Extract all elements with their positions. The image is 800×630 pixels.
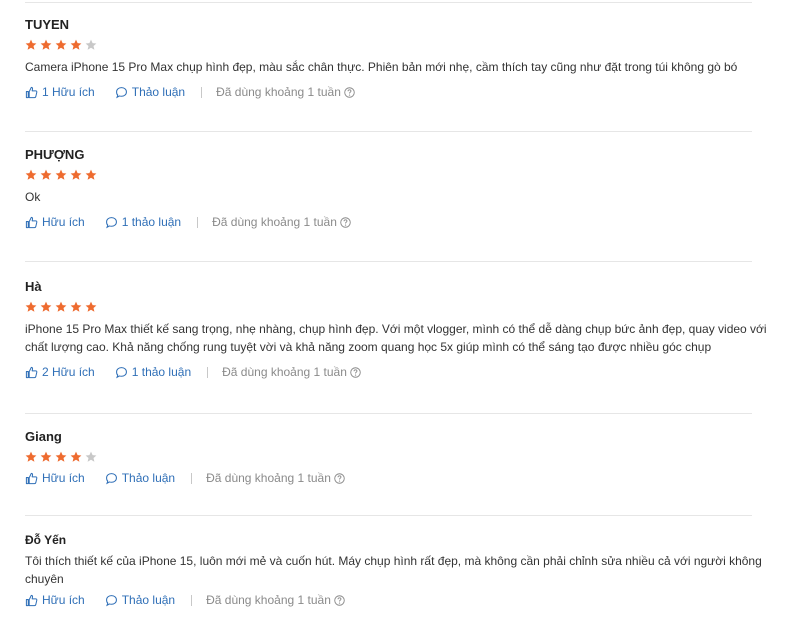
separator [201, 86, 203, 98]
usage-duration: Đã dùng khoảng 1 tuần [206, 471, 345, 485]
star-icon [85, 451, 97, 463]
usage-duration: Đã dùng khoảng 1 tuần [212, 215, 351, 229]
rating-stars [25, 301, 752, 315]
star-icon [25, 169, 37, 181]
star-icon [55, 169, 67, 181]
discuss-label: Thảo luận [121, 471, 176, 485]
usage-duration: Đã dùng khoảng 1 tuần [206, 593, 345, 607]
discuss-button[interactable]: Thảo luận [105, 471, 175, 485]
thumbs-up-icon [25, 216, 42, 229]
usage-label: Đã dùng khoảng 1 tuần [212, 215, 337, 229]
divider [25, 515, 752, 516]
review-actions: 2 Hữu ích 1 thảo luận Đã dùng khoảng 1 t… [25, 364, 752, 380]
usage-label: Đã dùng khoảng 1 tuần [206, 471, 331, 485]
helpful-label: Hữu ích [42, 593, 85, 607]
star-icon [70, 301, 82, 313]
helpful-button[interactable]: Hữu ích [25, 593, 85, 607]
review-text: Ok [25, 190, 41, 204]
divider [25, 2, 752, 3]
review-text: Tôi thích thiết kế của iPhone 15, luôn m… [25, 554, 762, 586]
separator [197, 216, 199, 228]
usage-duration: Đã dùng khoảng 1 tuần [216, 85, 355, 99]
usage-label: Đã dùng khoảng 1 tuần [222, 365, 347, 379]
star-icon [40, 169, 52, 181]
discuss-label: 1 thảo luận [121, 215, 182, 229]
star-icon [55, 39, 67, 51]
thumbs-up-icon [25, 594, 42, 607]
discuss-label: Thảo luận [131, 85, 186, 99]
question-circle-icon[interactable] [334, 594, 345, 606]
separator [191, 472, 193, 484]
helpful-button[interactable]: Hữu ích [25, 215, 85, 229]
usage-label: Đã dùng khoảng 1 tuần [206, 593, 331, 607]
helpful-label: 1 Hữu ích [42, 85, 95, 99]
question-circle-icon[interactable] [334, 472, 345, 484]
star-icon [70, 39, 82, 51]
review-actions: Hữu ích Thảo luận Đã dùng khoảng 1 tuần [25, 470, 752, 486]
separator [207, 366, 209, 378]
review-actions: Hữu ích Thảo luận Đã dùng khoảng 1 tuần [25, 592, 752, 608]
star-icon [25, 301, 37, 313]
speech-bubble-icon [105, 216, 122, 229]
review-item: Giang Hữu ích Thảo luận Đã dùng khoảng 1… [25, 429, 752, 486]
question-circle-icon[interactable] [344, 86, 355, 98]
discuss-button[interactable]: Thảo luận [105, 593, 175, 607]
discuss-button[interactable]: 1 thảo luận [115, 365, 191, 379]
discuss-button[interactable]: 1 thảo luận [105, 215, 181, 229]
thumbs-up-icon [25, 366, 42, 379]
reviewer-name: Đỗ Yến [25, 533, 67, 547]
speech-bubble-icon [105, 594, 122, 607]
star-icon [55, 301, 67, 313]
helpful-button[interactable]: Hữu ích [25, 471, 85, 485]
discuss-label: Thảo luận [121, 593, 176, 607]
thumbs-up-icon [25, 472, 42, 485]
review-text: Camera iPhone 15 Pro Max chụp hình đẹp, … [25, 60, 738, 74]
reviewer-name: Giang [25, 429, 62, 444]
usage-duration: Đã dùng khoảng 1 tuần [222, 365, 361, 379]
star-icon [25, 451, 37, 463]
speech-bubble-icon [115, 366, 132, 379]
star-icon [85, 39, 97, 51]
rating-stars [25, 451, 752, 465]
question-circle-icon[interactable] [350, 366, 361, 378]
review-item: TUYEN Camera iPhone 15 Pro Max chụp hình… [25, 17, 752, 100]
divider [25, 131, 752, 132]
helpful-label: Hữu ích [42, 471, 85, 485]
star-icon [85, 169, 97, 181]
review-item: Đỗ Yến Tôi thích thiết kế của iPhone 15,… [25, 532, 762, 608]
review-item: Hà iPhone 15 Pro Max thiết kế sang trọng… [25, 279, 767, 380]
review-text: iPhone 15 Pro Max thiết kế sang trọng, n… [25, 322, 767, 354]
review-actions: 1 Hữu ích Thảo luận Đã dùng khoảng 1 tuầ… [25, 84, 752, 100]
star-icon [70, 451, 82, 463]
thumbs-up-icon [25, 86, 42, 99]
reviewer-name: Hà [25, 279, 42, 294]
divider [25, 261, 752, 262]
helpful-button[interactable]: 1 Hữu ích [25, 85, 95, 99]
review-item: PHƯỢNG Ok Hữu ích 1 thảo luận Đã dùng kh… [25, 147, 752, 230]
speech-bubble-icon [115, 86, 132, 99]
star-icon [40, 301, 52, 313]
helpful-label: Hữu ích [42, 215, 85, 229]
star-icon [40, 451, 52, 463]
separator [191, 594, 193, 606]
star-icon [40, 39, 52, 51]
discuss-label: 1 thảo luận [131, 365, 192, 379]
star-icon [85, 301, 97, 313]
reviewer-name: TUYEN [25, 17, 70, 32]
question-circle-icon[interactable] [340, 216, 351, 228]
helpful-button[interactable]: 2 Hữu ích [25, 365, 95, 379]
reviewer-name: PHƯỢNG [25, 147, 85, 162]
rating-stars [25, 39, 752, 53]
star-icon [70, 169, 82, 181]
review-actions: Hữu ích 1 thảo luận Đã dùng khoảng 1 tuầ… [25, 214, 752, 230]
discuss-button[interactable]: Thảo luận [115, 85, 185, 99]
rating-stars [25, 169, 752, 183]
star-icon [25, 39, 37, 51]
divider [25, 413, 752, 414]
usage-label: Đã dùng khoảng 1 tuần [216, 85, 341, 99]
speech-bubble-icon [105, 472, 122, 485]
star-icon [55, 451, 67, 463]
helpful-label: 2 Hữu ích [42, 365, 95, 379]
